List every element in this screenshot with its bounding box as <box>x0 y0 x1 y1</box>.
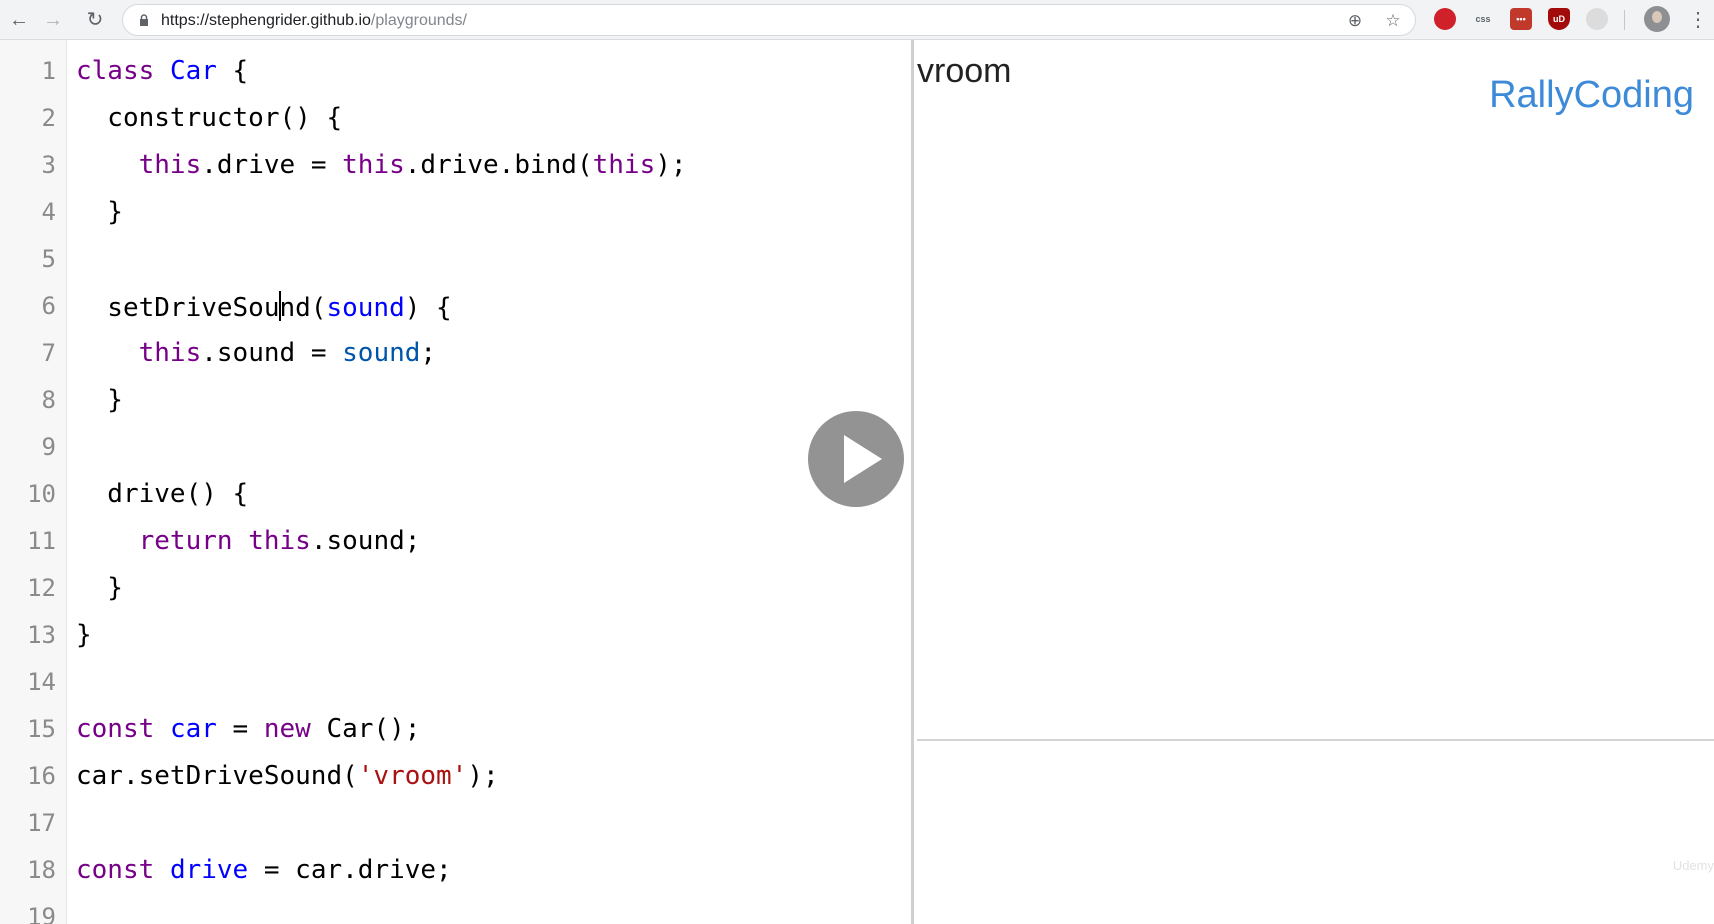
code-text[interactable]: return this.sound; <box>76 526 421 556</box>
code-text[interactable]: constructor() { <box>76 103 342 133</box>
line-number: 17 <box>27 809 56 837</box>
line-number: 14 <box>27 668 56 696</box>
url-text[interactable]: https://stephengrider.github.io/playgrou… <box>161 12 467 30</box>
brand-logo: RallyCoding <box>1489 74 1694 116</box>
line-number: 3 <box>41 151 56 179</box>
code-editor[interactable]: 1 class Car { 2 constructor() { 3 this.d… <box>0 40 914 924</box>
code-text[interactable]: } <box>76 197 123 227</box>
line-number: 8 <box>41 386 56 414</box>
line-number: 13 <box>27 621 56 649</box>
code-line[interactable]: 1 class Car { <box>0 48 911 95</box>
line-number: 4 <box>41 198 56 226</box>
line-number: 2 <box>41 104 56 132</box>
css-icon[interactable]: css <box>1472 8 1494 30</box>
browser-toolbar: ← → ↻ https://stephengrider.github.io/pl… <box>0 0 1714 40</box>
code-text[interactable]: drive() { <box>76 479 248 509</box>
code-text[interactable]: car.setDriveSound('vroom'); <box>76 761 499 791</box>
code-line[interactable]: 13 } <box>0 612 911 659</box>
line-number: 16 <box>27 762 56 790</box>
code-text[interactable]: const drive = car.drive; <box>76 855 452 885</box>
play-button[interactable] <box>808 411 904 507</box>
code-line[interactable]: 10 drive() { <box>0 471 911 518</box>
forward-arrow-icon[interactable]: → <box>42 9 64 31</box>
code-text[interactable]: this.sound = sound; <box>76 338 436 368</box>
code-line[interactable]: 17 <box>0 800 911 847</box>
dots-extension-icon[interactable]: ••• <box>1510 8 1532 30</box>
code-line[interactable]: 12 } <box>0 565 911 612</box>
code-line[interactable]: 4 } <box>0 189 911 236</box>
code-text[interactable]: this.drive = this.drive.bind(this); <box>76 150 687 180</box>
output-pane: vroom RallyCoding Udemy <box>917 40 1714 924</box>
code-line[interactable]: 9 <box>0 424 911 471</box>
line-number: 6 <box>41 292 56 320</box>
code-text[interactable]: const car = new Car(); <box>76 714 420 744</box>
kebab-menu-icon[interactable]: ⋮ <box>1688 8 1708 32</box>
pane-divider[interactable] <box>917 739 1714 741</box>
url-host: https://stephengrider.github.io <box>161 12 371 29</box>
code-text[interactable]: } <box>76 385 123 415</box>
code-line[interactable]: 6 setDriveSound(sound) { <box>0 283 911 330</box>
line-number: 11 <box>27 527 56 555</box>
url-path: /playgrounds/ <box>370 12 467 29</box>
line-number: 18 <box>27 856 56 884</box>
line-number: 10 <box>27 480 56 508</box>
code-line[interactable]: 3 this.drive = this.drive.bind(this); <box>0 142 911 189</box>
code-text[interactable]: } <box>76 573 123 603</box>
code-text[interactable]: class Car { <box>76 56 248 86</box>
code-line[interactable]: 19 <box>0 894 911 924</box>
opera-icon[interactable] <box>1434 8 1456 30</box>
line-number: 1 <box>41 57 56 85</box>
code-line[interactable]: 16 car.setDriveSound('vroom'); <box>0 753 911 800</box>
disabled-extension-icon[interactable] <box>1586 8 1608 30</box>
bookmark-star-icon[interactable]: ☆ <box>1383 11 1403 31</box>
code-text[interactable]: setDriveSound(sound) { <box>76 291 452 323</box>
code-line[interactable]: 5 <box>0 236 911 283</box>
code-text[interactable]: } <box>76 620 92 650</box>
reload-icon[interactable]: ↻ <box>84 9 106 31</box>
line-number: 19 <box>27 903 56 924</box>
text-cursor <box>278 291 281 321</box>
code-line[interactable]: 15 const car = new Car(); <box>0 706 911 753</box>
address-bar[interactable]: https://stephengrider.github.io/playgrou… <box>122 4 1416 36</box>
line-number: 5 <box>41 245 56 273</box>
code-line[interactable]: 11 return this.sound; <box>0 518 911 565</box>
lock-icon <box>140 14 148 26</box>
code-line[interactable]: 2 constructor() { <box>0 95 911 142</box>
ublock-icon[interactable]: uD <box>1548 8 1570 30</box>
profile-avatar[interactable] <box>1644 6 1670 32</box>
line-number: 15 <box>27 715 56 743</box>
line-number: 9 <box>41 433 56 461</box>
back-arrow-icon[interactable]: ← <box>8 9 30 31</box>
toolbar-separator <box>1624 10 1625 30</box>
zoom-icon[interactable]: ⊕ <box>1345 11 1365 31</box>
code-line[interactable]: 14 <box>0 659 911 706</box>
watermark: Udemy <box>1672 858 1714 873</box>
line-number: 12 <box>27 574 56 602</box>
code-line[interactable]: 8 } <box>0 377 911 424</box>
code-line[interactable]: 7 this.sound = sound; <box>0 330 911 377</box>
play-icon <box>844 435 882 483</box>
line-number: 7 <box>41 339 56 367</box>
code-line[interactable]: 18 const drive = car.drive; <box>0 847 911 894</box>
output-text: vroom <box>917 52 1012 90</box>
